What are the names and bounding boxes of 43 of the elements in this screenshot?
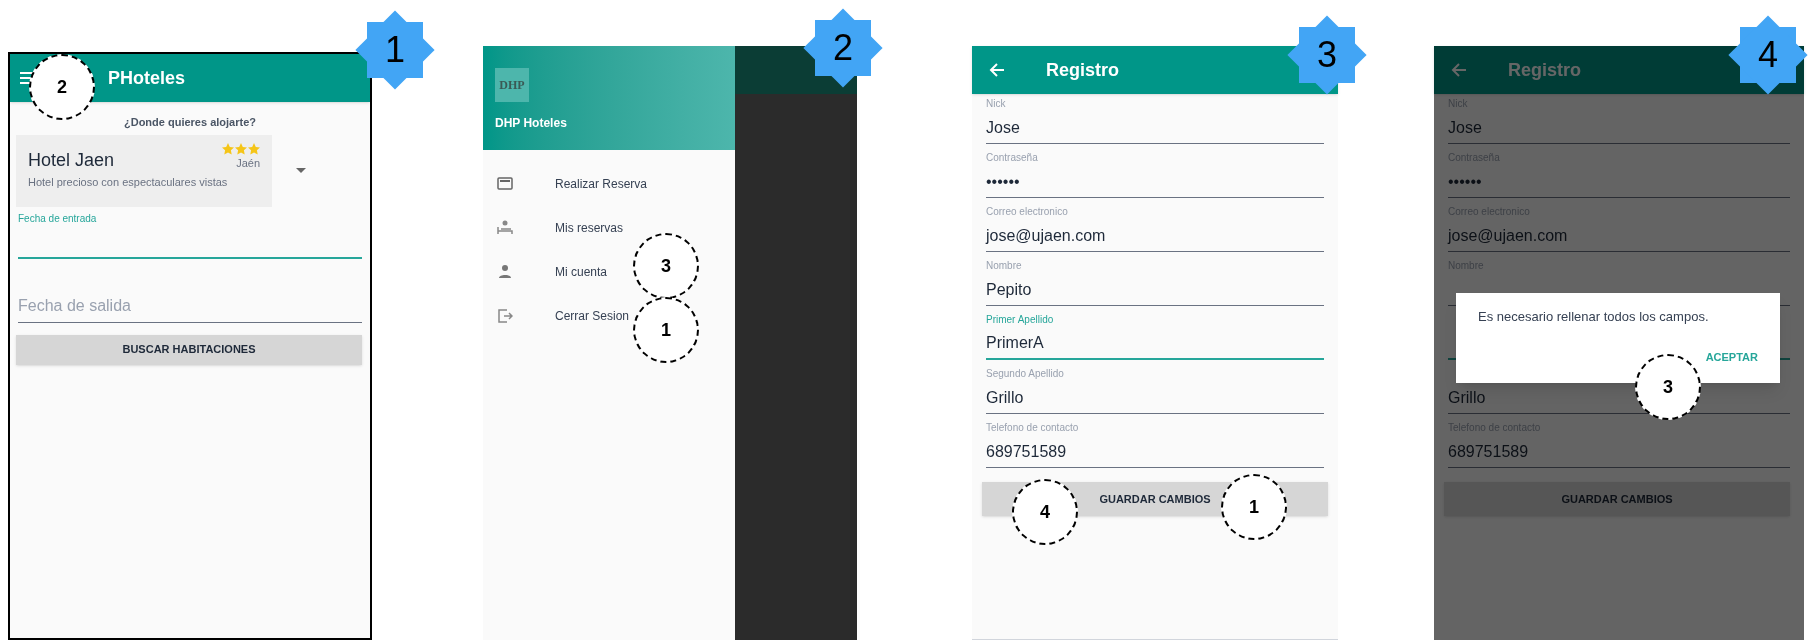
hotel-card[interactable]: Hotel Jaen Jaén Hotel precioso con espectaculares vistas	[16, 134, 272, 207]
app-title: PHoteles	[108, 66, 186, 90]
hotel-name: Hotel Jaen	[28, 148, 115, 172]
app-title: Registro	[1046, 58, 1119, 82]
prompt-text: ¿Donde quieres alojarte?	[123, 115, 257, 131]
dropdown-caret-icon	[296, 167, 306, 174]
menu-item[interactable]: Cerrar Sesion	[483, 294, 634, 338]
field-label: Nombre	[986, 259, 1023, 273]
text-field[interactable]: Pepito	[986, 274, 1324, 306]
person-icon	[497, 264, 513, 280]
field-label: Telefono de contacto	[986, 421, 1080, 435]
bed-icon	[497, 220, 513, 236]
logo: DHP	[495, 68, 529, 102]
drawer-title: DHP Hoteles	[495, 115, 568, 132]
menu-item[interactable]: Mi cuenta	[483, 250, 612, 294]
menu-item[interactable]: Realizar Reserva	[483, 162, 652, 206]
search-button[interactable]: BUSCAR HABITACIONES	[16, 334, 362, 365]
app-title: Registro	[1508, 58, 1581, 82]
text-field[interactable]: Grillo	[986, 382, 1324, 414]
field-label: Segundo Apellido	[986, 367, 1065, 381]
text-field[interactable]: Jose	[986, 112, 1324, 144]
exit-icon	[497, 308, 513, 324]
callout-number: 1	[1221, 474, 1287, 540]
card-icon	[497, 176, 513, 192]
text-field[interactable]: PrimerA	[986, 328, 1324, 360]
callout-number: 1	[633, 297, 699, 363]
field-label: Fecha de entrada	[18, 211, 98, 226]
field-label: Contraseña	[986, 151, 1039, 165]
field-label: Primer Apellido	[986, 313, 1055, 327]
text-field[interactable]: 689751589	[986, 436, 1324, 468]
back-arrow-icon	[988, 61, 1006, 79]
field-label: Correo electronico	[986, 205, 1069, 219]
field-label: Nick	[986, 97, 1007, 111]
dialog-message: Es necesario rellenar todos los campos.	[1478, 308, 1710, 326]
text-field[interactable]: jose@ujaen.com	[986, 220, 1324, 252]
hotel-description: Hotel precioso con espectaculares vistas	[28, 174, 229, 190]
menu-item[interactable]: Mis reservas	[483, 206, 627, 250]
callout-number: 4	[1012, 479, 1078, 545]
callout-number: 3	[1635, 354, 1701, 420]
hotel-city: Jaén	[236, 155, 260, 171]
callout-number: 3	[633, 233, 699, 299]
back-arrow-icon	[1450, 61, 1468, 79]
text-field[interactable]: ••••••	[986, 166, 1324, 198]
